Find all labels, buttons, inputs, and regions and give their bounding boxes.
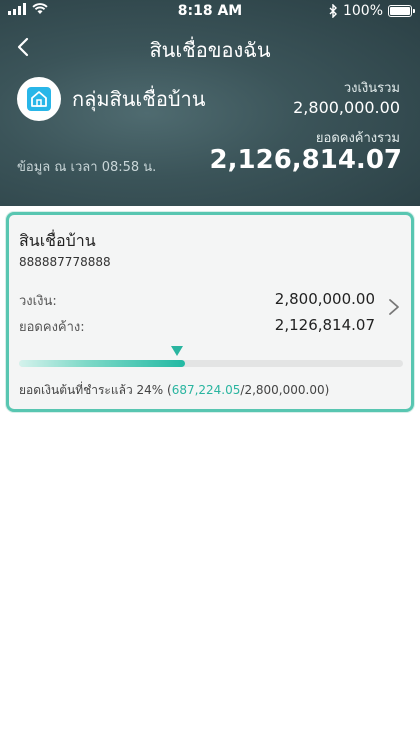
total-outstanding-value: 2,126,814.07 bbox=[209, 145, 402, 175]
total-limit-value: 2,800,000.00 bbox=[293, 98, 400, 117]
limit-value: 2,800,000.00 bbox=[274, 290, 375, 308]
loan-group-label: กลุ่มสินเชื่อบ้าน bbox=[72, 87, 206, 111]
outstanding-value: 2,126,814.07 bbox=[274, 316, 375, 334]
limit-label: วงเงิน: bbox=[19, 294, 57, 309]
page-title: สินเชื่อของฉัน bbox=[149, 38, 271, 62]
repayment-summary: ยอดเงินต้นที่ชำระแล้ว 24% (687,224.05/2,… bbox=[19, 381, 329, 400]
bluetooth-icon bbox=[329, 4, 337, 18]
total-limit-caption: วงเงินรวม bbox=[343, 81, 400, 96]
repayment-progress-bar bbox=[19, 360, 403, 367]
battery-percent: 100% bbox=[342, 3, 383, 19]
home-icon bbox=[17, 77, 61, 121]
paid-amount: 687,224.05 bbox=[171, 383, 241, 397]
status-right: 100% bbox=[329, 3, 415, 19]
progress-marker-icon bbox=[171, 346, 183, 356]
header: 8:18 AM 100% สินเชื่อของฉัน กลุ่มสินเชื่… bbox=[0, 0, 420, 206]
repayment-prefix: ยอดเงินต้นที่ชำระแล้ว 24% ( bbox=[19, 383, 172, 397]
account-number: 888887778888 bbox=[19, 255, 111, 269]
repayment-progress-fill bbox=[19, 360, 185, 367]
repayment-suffix: /2,800,000.00) bbox=[240, 383, 330, 397]
loan-title: สินเชื่อบ้าน bbox=[19, 231, 96, 250]
outstanding-label: ยอดคงค้าง: bbox=[19, 320, 85, 335]
chevron-right-icon[interactable] bbox=[387, 297, 401, 317]
status-bar: 8:18 AM 100% bbox=[0, 0, 420, 22]
data-timestamp: ข้อมูล ณ เวลา 08:58 น. bbox=[17, 160, 157, 175]
loan-card[interactable]: สินเชื่อบ้าน 888887778888 วงเงิน: 2,800,… bbox=[6, 212, 414, 412]
battery-icon bbox=[388, 5, 415, 17]
